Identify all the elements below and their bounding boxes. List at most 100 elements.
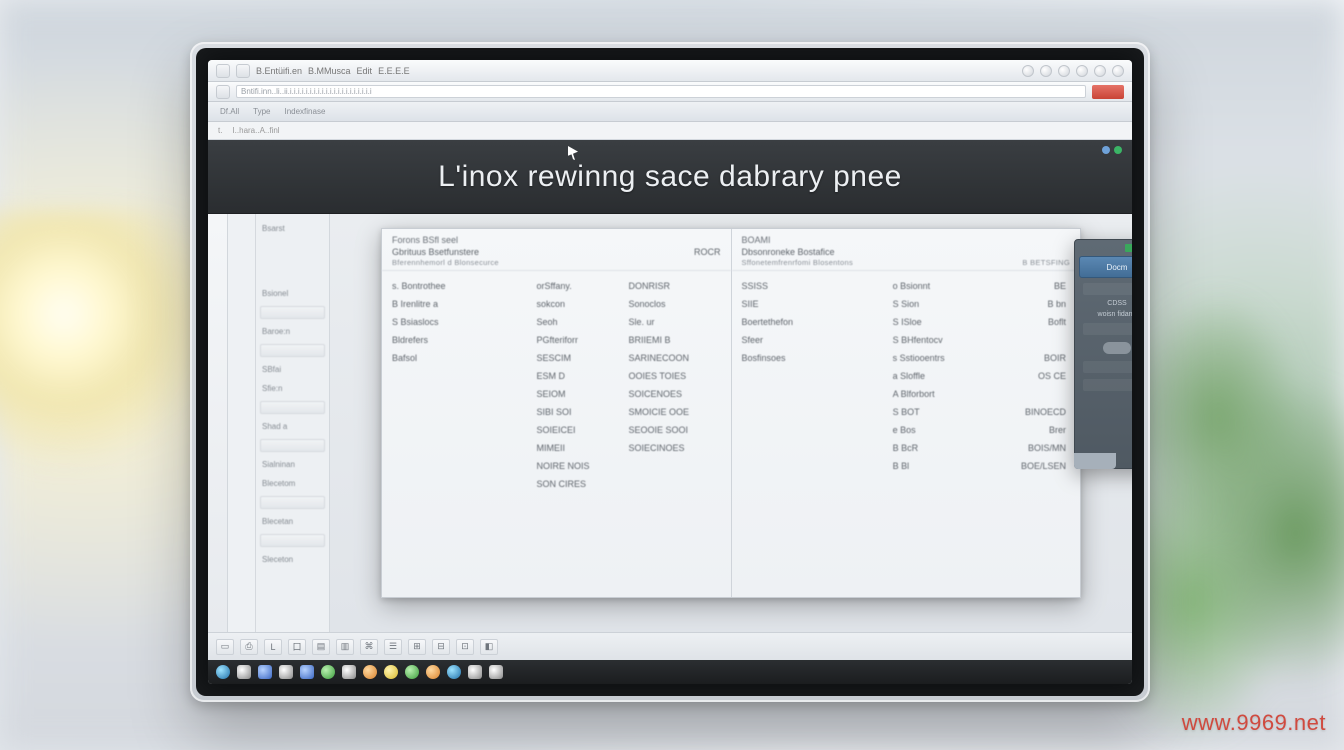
sidebar-item[interactable]: Sfie:n: [256, 382, 329, 395]
tray-icon[interactable]: [1094, 65, 1106, 77]
cell: A Blforbort: [893, 389, 992, 399]
table-row[interactable]: B BcRBOIS/MN: [742, 439, 1071, 457]
table-row[interactable]: SEIOMSOICENOES: [392, 385, 721, 403]
taskbar-app-icon[interactable]: [279, 665, 293, 679]
table-row[interactable]: S BOTBINOECD: [742, 403, 1071, 421]
table-row[interactable]: S BsiaslocsSeohSle. ur: [392, 313, 721, 331]
system-tray: [1022, 65, 1124, 77]
sidebar-item[interactable]: [260, 401, 325, 414]
sidebar-item[interactable]: [260, 496, 325, 509]
taskbar-app-icon[interactable]: [426, 665, 440, 679]
table-row[interactable]: BafsolSESCIMSARINECOON: [392, 349, 721, 367]
nav-back-button[interactable]: [216, 64, 230, 78]
sidebar-item[interactable]: Shad a: [256, 420, 329, 433]
nav-fwd-button[interactable]: [236, 64, 250, 78]
tab[interactable]: Type: [253, 107, 270, 116]
cursor-icon: [568, 146, 578, 160]
toolbar-button[interactable]: ▤: [312, 639, 330, 655]
toolbar-button[interactable]: ▥: [336, 639, 354, 655]
taskbar-app-icon[interactable]: [468, 665, 482, 679]
pane-head-line: Forons BSfl seel: [392, 235, 458, 245]
sidebar-item[interactable]: Baroe:n: [256, 325, 329, 338]
cell: BOE/LSEN: [991, 461, 1070, 471]
sidebar-item[interactable]: [260, 534, 325, 547]
table-row[interactable]: SSISSo BsionntBE: [742, 277, 1071, 295]
taskbar-app-icon[interactable]: [489, 665, 503, 679]
start-orb-icon[interactable]: [216, 665, 230, 679]
toolbar-button[interactable]: ☰: [384, 639, 402, 655]
table-row[interactable]: MIMEIISOIECINOES: [392, 439, 721, 457]
table-row[interactable]: SIIES SionB bn: [742, 295, 1071, 313]
table-row[interactable]: Bosfinsoess SstiooentrsBOIR: [742, 349, 1071, 367]
panel-close-strip[interactable]: [1125, 244, 1132, 252]
taskbar-app-icon[interactable]: [405, 665, 419, 679]
toolbar-button[interactable]: 口: [288, 639, 306, 655]
menu-item[interactable]: B.MMusca: [308, 66, 351, 76]
table-row[interactable]: BoertethefonS ISloeBoflt: [742, 313, 1071, 331]
pane-head-line: Gbrituus Bsetfunstere: [392, 247, 479, 257]
taskbar-app-icon[interactable]: [258, 665, 272, 679]
panel-footer-tab[interactable]: [1074, 453, 1116, 469]
os-menu-bar[interactable]: B.Entüifi.en B.MMusca Edit E.E.E.E: [208, 60, 1132, 82]
taskbar-app-icon[interactable]: [237, 665, 251, 679]
table-row[interactable]: B BlBOE/LSEN: [742, 457, 1071, 475]
toolbar-button[interactable]: ◧: [480, 639, 498, 655]
sidebar-item[interactable]: Sialninan: [256, 458, 329, 471]
sidebar-item[interactable]: Blecetan: [256, 515, 329, 528]
toolbar-button[interactable]: ⎙: [240, 639, 258, 655]
close-button[interactable]: [1092, 85, 1124, 99]
cell: NOIRE NOIS: [537, 461, 629, 471]
tray-icon[interactable]: [1076, 65, 1088, 77]
toolbar-button[interactable]: ⊟: [432, 639, 450, 655]
sidebar-item[interactable]: Blecetom: [256, 477, 329, 490]
sidebar-item[interactable]: Bsionel: [256, 287, 329, 300]
taskbar-app-icon[interactable]: [321, 665, 335, 679]
menu-item[interactable]: Edit: [357, 66, 373, 76]
panel-primary-button[interactable]: Docm: [1079, 256, 1132, 278]
table-row[interactable]: B Irenlitre asokconSonoclos: [392, 295, 721, 313]
address-text[interactable]: Bntifi.inn..li..ii.i.i.i.i.i.i.i.i.i.i.i…: [236, 85, 1086, 98]
cell: PGfteriforr: [537, 335, 629, 345]
toolbar-button[interactable]: ⌘: [360, 639, 378, 655]
menu-item[interactable]: E.E.E.E: [378, 66, 410, 76]
table-row[interactable]: A Blforbort: [742, 385, 1071, 403]
tab[interactable]: Df.All: [220, 107, 239, 116]
toolbar-button[interactable]: ⊞: [408, 639, 426, 655]
taskbar-app-icon[interactable]: [342, 665, 356, 679]
table-row[interactable]: e BosBrer: [742, 421, 1071, 439]
cell: SSISS: [742, 281, 893, 291]
panel-toggle[interactable]: [1103, 342, 1131, 354]
tray-icon[interactable]: [1112, 65, 1124, 77]
reload-button[interactable]: [216, 85, 230, 99]
taskbar-app-icon[interactable]: [300, 665, 314, 679]
table-row[interactable]: SfeerS BHfentocv: [742, 331, 1071, 349]
floating-panel[interactable]: Docm CDSS woisn fidano: [1074, 239, 1132, 469]
tray-icon[interactable]: [1040, 65, 1052, 77]
tray-icon[interactable]: [1022, 65, 1034, 77]
table-row[interactable]: ESM DOOIES TOIES: [392, 367, 721, 385]
tab[interactable]: Indexfinase: [284, 107, 325, 116]
sidebar-item[interactable]: [260, 344, 325, 357]
toolbar-button[interactable]: ⊡: [456, 639, 474, 655]
table-row[interactable]: SOIEICEISEOOIE SOOI: [392, 421, 721, 439]
table-row[interactable]: NOIRE NOIS: [392, 457, 721, 475]
sidebar-item[interactable]: SBfai: [256, 363, 329, 376]
tray-icon[interactable]: [1058, 65, 1070, 77]
sidebar-item[interactable]: Sleceton: [256, 553, 329, 566]
cell: BOIS/MN: [991, 443, 1070, 453]
taskbar-app-icon[interactable]: [363, 665, 377, 679]
table-row[interactable]: BldrefersPGfteriforrBRIIEMI B: [392, 331, 721, 349]
menu-item[interactable]: B.Entüifi.en: [256, 66, 302, 76]
taskbar-app-icon[interactable]: [384, 665, 398, 679]
toolbar-button[interactable]: ▭: [216, 639, 234, 655]
table-row[interactable]: a SloffleOS CE: [742, 367, 1071, 385]
table-row[interactable]: s. BontrotheeorSffany.DONRISR: [392, 277, 721, 295]
table-row[interactable]: SIBI SOISMOICIE OOE: [392, 403, 721, 421]
sidebar-item[interactable]: [260, 439, 325, 452]
sidebar-item[interactable]: Bsarst: [256, 222, 329, 235]
table-row[interactable]: SON CIRES: [392, 475, 721, 493]
os-taskbar[interactable]: [208, 660, 1132, 684]
taskbar-app-icon[interactable]: [447, 665, 461, 679]
toolbar-button[interactable]: L: [264, 639, 282, 655]
sidebar-item[interactable]: [260, 306, 325, 319]
